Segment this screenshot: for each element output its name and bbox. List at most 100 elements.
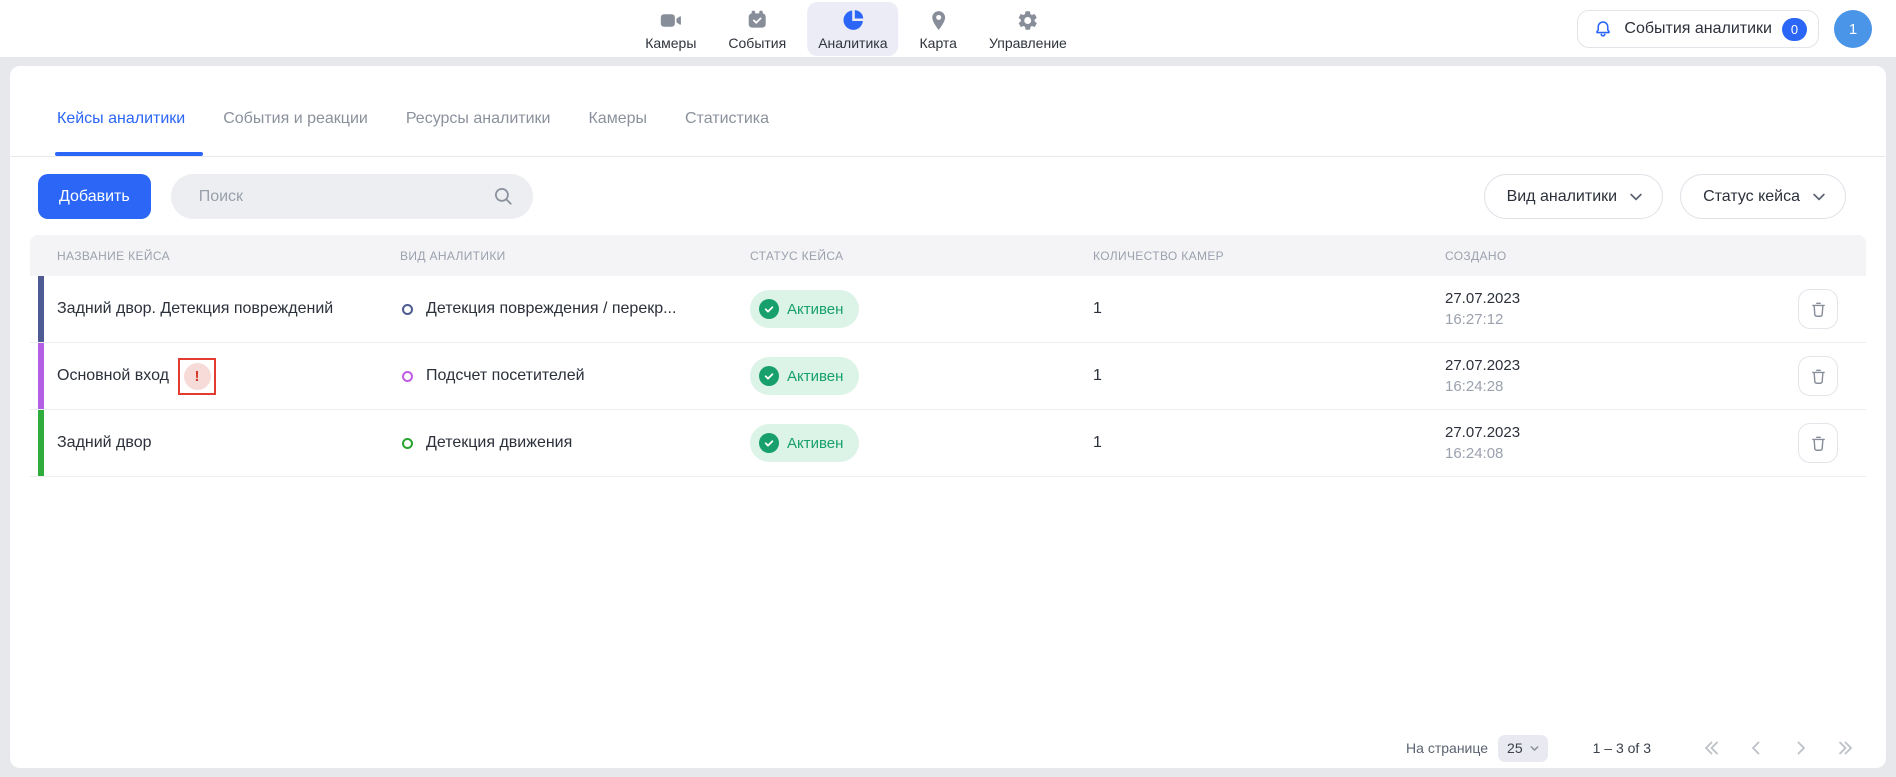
tab-cameras[interactable]: Камеры (588, 109, 647, 156)
case-color-bar (38, 410, 44, 476)
search-icon (493, 186, 514, 212)
created-cell: 27.07.2023 16:24:28 (1445, 357, 1770, 395)
case-status-filter[interactable]: Статус кейса (1680, 174, 1846, 219)
topbar-right: События аналитики 0 1 (1577, 10, 1872, 48)
table-row[interactable]: Основной вход ! Подсчет посетителей Акти… (30, 343, 1866, 410)
check-icon (759, 366, 779, 386)
delete-button[interactable] (1798, 423, 1838, 463)
error-highlight-box: ! (178, 358, 216, 395)
tab-analytics-resources[interactable]: Ресурсы аналитики (406, 109, 551, 156)
double-chevron-right-icon (1836, 738, 1856, 758)
add-button[interactable]: Добавить (38, 174, 151, 219)
bell-icon (1592, 18, 1614, 40)
created-date: 27.07.2023 (1445, 424, 1770, 441)
nav-item-analytics[interactable]: Аналитика (807, 2, 898, 56)
trash-icon (1809, 367, 1828, 386)
main-panel: Кейсы аналитики События и реакции Ресурс… (10, 66, 1886, 768)
filter-label: Вид аналитики (1507, 188, 1618, 206)
page-range: 1 – 3 of 3 (1593, 740, 1651, 756)
analytics-type-filter[interactable]: Вид аналитики (1484, 174, 1664, 219)
nav-item-management[interactable]: Управление (978, 2, 1078, 56)
camera-icon (658, 8, 683, 33)
delete-button[interactable] (1798, 289, 1838, 329)
map-pin-icon (927, 8, 950, 33)
case-name: Задний двор (57, 434, 152, 452)
check-icon (759, 299, 779, 319)
topbar: Камеры События Аналитика Карта Управлени… (0, 0, 1896, 58)
nav-label: Аналитика (818, 35, 887, 51)
tab-analytics-cases[interactable]: Кейсы аналитики (57, 109, 185, 156)
created-time: 16:24:08 (1445, 445, 1770, 462)
analytics-type-icon (402, 304, 413, 315)
table-header: НАЗВАНИЕ КЕЙСА ВИД АНАЛИТИКИ СТАТУС КЕЙС… (30, 235, 1866, 276)
avatar[interactable]: 1 (1834, 10, 1872, 48)
events-count-badge: 0 (1782, 18, 1807, 41)
search-box (171, 174, 533, 219)
check-icon (759, 433, 779, 453)
column-header-status: СТАТУС КЕЙСА (750, 249, 1093, 263)
case-color-bar (38, 276, 44, 342)
created-time: 16:24:28 (1445, 378, 1770, 395)
column-header-created: СОЗДАНО (1445, 249, 1770, 263)
cases-table: НАЗВАНИЕ КЕЙСА ВИД АНАЛИТИКИ СТАТУС КЕЙС… (30, 235, 1866, 477)
camera-count: 1 (1093, 367, 1445, 385)
case-color-bar (38, 343, 44, 409)
analytics-type-label: Детекция повреждения / перекр... (426, 300, 676, 318)
nav-label: Карта (920, 35, 957, 51)
created-cell: 27.07.2023 16:24:08 (1445, 424, 1770, 462)
tab-events-reactions[interactable]: События и реакции (223, 109, 368, 156)
delete-button[interactable] (1798, 356, 1838, 396)
analytics-type-label: Детекция движения (426, 434, 572, 452)
status-label: Активен (787, 435, 843, 452)
first-page-button[interactable] (1701, 738, 1721, 758)
analytics-type-icon (402, 371, 413, 382)
table-row[interactable]: Задний двор Детекция движения Активен 1 … (30, 410, 1866, 477)
status-label: Активен (787, 368, 843, 385)
filters: Вид аналитики Статус кейса (1484, 174, 1846, 219)
chevron-down-icon (1628, 189, 1644, 205)
column-header-name: НАЗВАНИЕ КЕЙСА (30, 249, 400, 263)
camera-count: 1 (1093, 434, 1445, 452)
trash-icon (1809, 300, 1828, 319)
status-badge: Активен (750, 424, 859, 462)
error-icon: ! (184, 363, 211, 390)
table-row[interactable]: Задний двор. Детекция повреждений Детекц… (30, 276, 1866, 343)
main-nav: Камеры События Аналитика Карта Управлени… (634, 2, 1078, 56)
camera-count: 1 (1093, 300, 1445, 318)
nav-item-events[interactable]: События (717, 2, 797, 56)
nav-item-cameras[interactable]: Камеры (634, 2, 707, 56)
double-chevron-left-icon (1701, 738, 1721, 758)
created-date: 27.07.2023 (1445, 290, 1770, 307)
column-header-type: ВИД АНАЛИТИКИ (400, 249, 750, 263)
tab-statistics[interactable]: Статистика (685, 109, 769, 156)
analytics-events-button[interactable]: События аналитики 0 (1577, 10, 1819, 48)
trash-icon (1809, 434, 1828, 453)
per-page-value: 25 (1507, 740, 1523, 756)
created-cell: 27.07.2023 16:27:12 (1445, 290, 1770, 328)
events-calendar-icon (745, 8, 769, 33)
status-badge: Активен (750, 290, 859, 328)
events-button-label: События аналитики (1624, 20, 1772, 38)
per-page-select[interactable]: 25 (1498, 735, 1548, 762)
nav-label: Управление (989, 35, 1067, 51)
created-time: 16:27:12 (1445, 311, 1770, 328)
prev-page-button[interactable] (1746, 738, 1766, 758)
analytics-pie-icon (841, 8, 865, 33)
search-input[interactable] (171, 174, 533, 219)
chevron-down-icon (1811, 189, 1827, 205)
nav-item-map[interactable]: Карта (909, 2, 968, 56)
pager-controls (1701, 738, 1856, 758)
toolbar: Добавить Вид аналитики Статус кейса (38, 174, 1846, 219)
case-name: Задний двор. Детекция повреждений (57, 300, 333, 318)
last-page-button[interactable] (1836, 738, 1856, 758)
chevron-right-icon (1791, 738, 1811, 758)
created-date: 27.07.2023 (1445, 357, 1770, 374)
filter-label: Статус кейса (1703, 188, 1800, 206)
nav-label: События (728, 35, 786, 51)
chevron-down-icon (1529, 743, 1540, 754)
gear-icon (1016, 8, 1039, 33)
next-page-button[interactable] (1791, 738, 1811, 758)
nav-label: Камеры (645, 35, 696, 51)
status-label: Активен (787, 301, 843, 318)
per-page-label: На странице (1406, 740, 1488, 756)
